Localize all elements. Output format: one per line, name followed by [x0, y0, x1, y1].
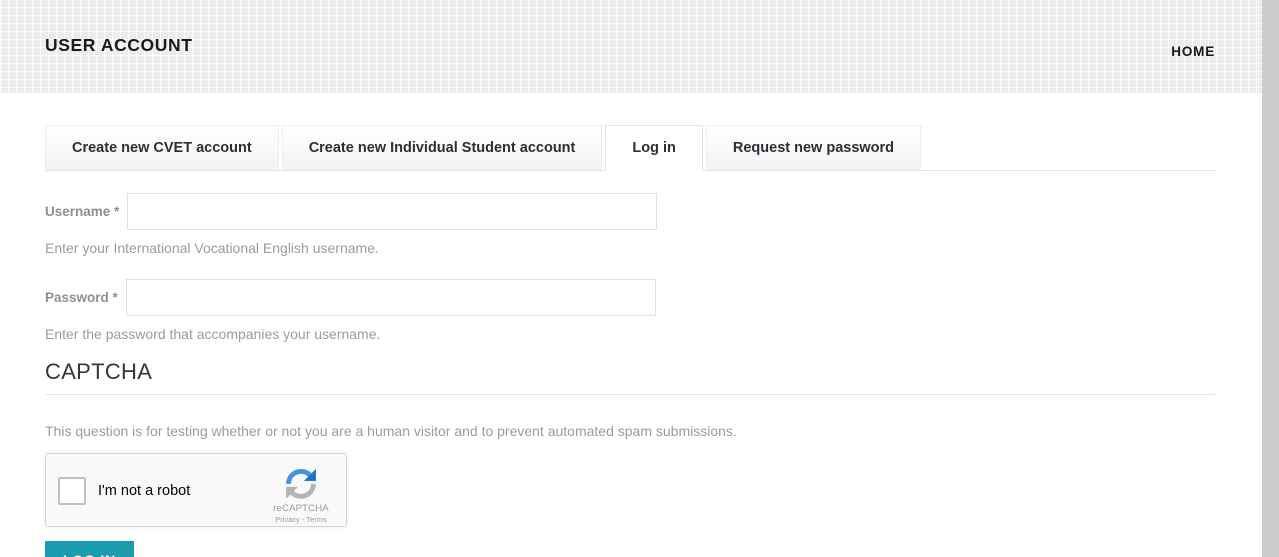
- username-field-line: Username *: [45, 193, 1215, 230]
- captcha-divider: [45, 394, 1215, 396]
- password-description: Enter the password that accompanies your…: [45, 326, 381, 343]
- tab-log-in[interactable]: Log in: [605, 125, 703, 171]
- password-field-line: Password *: [45, 279, 1215, 317]
- username-label: Username *: [45, 204, 120, 219]
- form-spacer-1: [45, 257, 1215, 279]
- username-description: Enter your International Vocational Engl…: [45, 240, 379, 256]
- recaptcha-widget[interactable]: I'm not a robot reCAPTCHA Privacy - Term…: [45, 453, 347, 528]
- tab-list: Create new CVET account Create new Indiv…: [45, 125, 924, 171]
- page-scrollbar-thumb[interactable]: [1262, 0, 1279, 557]
- page-scrollbar[interactable]: [1262, 0, 1279, 557]
- captcha-description: This question is for testing whether or …: [45, 423, 737, 440]
- recaptcha-legal-links[interactable]: Privacy - Terms: [265, 515, 337, 524]
- captcha-legend: CAPTCHA: [45, 359, 153, 385]
- login-form: Username * Enter your International Voca…: [45, 193, 1215, 557]
- username-input[interactable]: [127, 193, 658, 230]
- form-row-password: Password * Enter the password that accom…: [45, 279, 1215, 343]
- form-row-username: Username * Enter your International Voca…: [45, 193, 1215, 257]
- tab-request-new-password[interactable]: Request new password: [705, 125, 922, 171]
- password-input[interactable]: [125, 279, 656, 317]
- page-root: USER ACCOUNT HOME Create new CVET accoun…: [0, 0, 1279, 557]
- recaptcha-checkbox[interactable]: [58, 477, 86, 506]
- tab-create-individual-student-account[interactable]: Create new Individual Student account: [281, 125, 603, 171]
- recaptcha-branding: reCAPTCHA Privacy - Terms: [265, 462, 337, 524]
- home-nav-link[interactable]: HOME: [1171, 44, 1215, 59]
- recaptcha-label: I'm not a robot: [98, 483, 191, 500]
- recaptcha-icon: [286, 469, 316, 500]
- form-row-captcha: CAPTCHA This question is for testing whe…: [45, 359, 1215, 528]
- log-in-button[interactable]: LOG IN: [45, 541, 135, 557]
- recaptcha-brand-text: reCAPTCHA: [273, 503, 329, 515]
- page-title: USER ACCOUNT: [45, 35, 193, 55]
- site-header: USER ACCOUNT HOME: [0, 0, 1262, 93]
- tab-create-cvet-account[interactable]: Create new CVET account: [45, 125, 279, 171]
- password-label: Password *: [45, 290, 118, 306]
- tab-strip: Create new CVET account Create new Indiv…: [45, 125, 1215, 171]
- page-viewport: USER ACCOUNT HOME Create new CVET accoun…: [0, 0, 1262, 557]
